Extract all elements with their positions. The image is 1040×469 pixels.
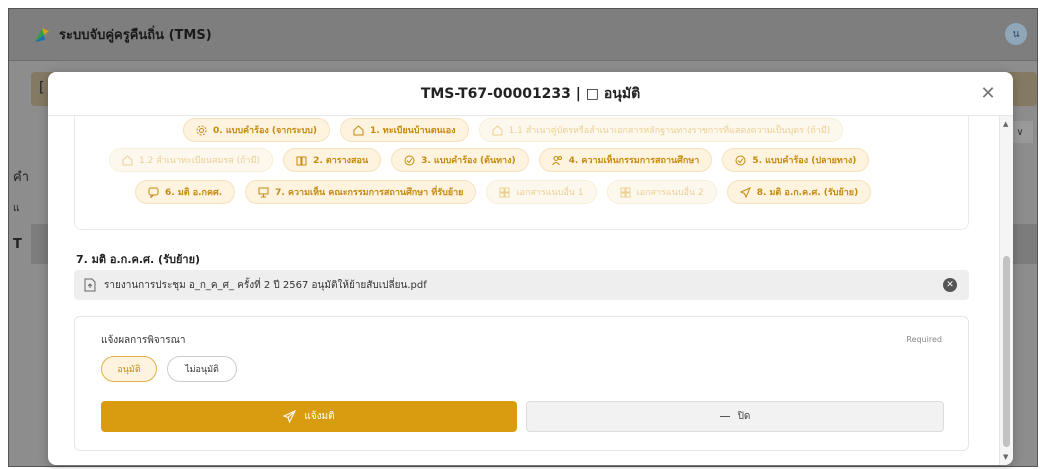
document-chip[interactable]: 5. แบบคำร้อง (ปลายทาง)	[722, 148, 870, 172]
document-chip-label: เอกสารแนบอื่น 1	[516, 188, 584, 198]
submit-decision-button[interactable]: แจ้งมติ	[101, 401, 517, 432]
scroll-up-icon[interactable]: ▲	[1003, 120, 1008, 128]
document-chip-label: 3. แบบคำร้อง (ต้นทาง)	[421, 156, 516, 166]
attachment-section-label: 7. มติ อ.ก.ค.ศ. (รับย้าย)	[76, 253, 201, 266]
approval-modal: TMS-T67-00001233 | □ อนุมัติ ✕ 0. แบบคำร…	[48, 72, 1013, 465]
presenter-icon	[258, 187, 269, 197]
minus-icon	[719, 416, 730, 417]
users-icon	[551, 155, 562, 165]
send-icon	[739, 186, 751, 198]
option-reject[interactable]: ไม่อนุมัติ	[167, 356, 237, 382]
document-chip-label: เอกสารแนบอื่น 2	[636, 188, 704, 198]
scrollbar-thumb[interactable]	[1003, 256, 1010, 447]
close-button-label: ปิด	[737, 411, 751, 422]
modal-header: TMS-T67-00001233 | □ อนุมัติ ✕	[48, 72, 1013, 116]
check-circle-icon	[404, 155, 415, 165]
close-icon[interactable]: ✕	[977, 82, 999, 104]
check-circle-icon	[735, 155, 746, 165]
document-chip-label: 1.2 สำเนาทะเบียนสมรส (ถ้ามี)	[139, 156, 261, 166]
chip-row-3: 6. มติ อ.กคศ. 7. ความเห็น คณะกรรมการสถานศ…	[135, 180, 872, 204]
modal-scrollbar[interactable]: ▲ ▼	[999, 116, 1013, 465]
modal-title: TMS-T67-00001233 | □ อนุมัติ	[420, 85, 641, 102]
app-title: ระบบจับคู่ครูคืนถิ่น (TMS)	[59, 28, 212, 43]
background-text: แ	[13, 203, 20, 214]
document-chip-label: 6. มติ อ.กคศ.	[165, 188, 223, 198]
document-chip-label: 7. ความเห็น คณะกรรมการสถานศึกษา ที่รับย้…	[275, 188, 464, 198]
required-label: Required	[906, 335, 942, 344]
book-icon	[296, 156, 307, 165]
gear-icon	[196, 125, 207, 135]
grid-icon	[499, 187, 510, 197]
file-upload-icon	[84, 278, 96, 292]
document-chip[interactable]: 6. มติ อ.กคศ.	[135, 180, 236, 204]
submit-decision-label: แจ้งมติ	[304, 411, 335, 422]
option-approve[interactable]: อนุมัติ	[101, 356, 157, 382]
document-chip-label: 0. แบบคำร้อง (จากระบบ)	[213, 126, 317, 136]
attachment-filename[interactable]: รายงานการประชุม อ_ก_ค_ศ_ ครั้งที่ 2 ปี 2…	[104, 278, 427, 293]
document-chip: เอกสารแนบอื่น 1	[486, 180, 597, 204]
document-chip[interactable]: 7. ความเห็น คณะกรรมการสถานศึกษา ที่รับย้…	[245, 180, 477, 204]
document-chip: 1.2 สำเนาทะเบียนสมรส (ถ้ามี)	[109, 148, 274, 172]
home-icon	[122, 154, 133, 165]
document-chip-label: 2. ตารางสอน	[313, 156, 369, 166]
remove-file-icon[interactable]: ✕	[943, 278, 957, 292]
document-chip[interactable]: 1. ทะเบียนบ้านตนเอง	[339, 118, 469, 142]
background-text: คำ	[13, 170, 29, 185]
home-icon	[492, 124, 503, 135]
document-chip-label: 5. แบบคำร้อง (ปลายทาง)	[752, 156, 857, 166]
document-chip[interactable]: 4. ความเห็นกรรมการสถานศึกษา	[538, 148, 713, 172]
app-bar: ระบบจับคู่ครูคืนถิ่น (TMS) น	[9, 9, 1037, 61]
user-avatar[interactable]: น	[1005, 23, 1027, 45]
chip-row-1: 0. แบบคำร้อง (จากระบบ) 1. ทะเบียนบ้านตนเอ…	[183, 118, 844, 142]
modal-body: 0. แบบคำร้อง (จากระบบ) 1. ทะเบียนบ้านตนเอ…	[48, 116, 999, 465]
background-text: T	[13, 237, 22, 252]
document-chip[interactable]: 2. ตารางสอน	[283, 148, 382, 172]
grid-icon	[620, 187, 631, 197]
document-chip[interactable]: 8. มติ อ.ก.ค.ศ. (รับย้าย)	[726, 180, 872, 204]
decision-card: แจ้งผลการพิจารณา Required อนุมัติ ไม่อนุ…	[74, 316, 969, 451]
decision-title: แจ้งผลการพิจารณา	[101, 335, 186, 346]
document-chip[interactable]: 0. แบบคำร้อง (จากระบบ)	[183, 118, 330, 142]
home-icon	[353, 124, 364, 135]
document-chip: 1.1 สำเนาคู่บัตรหรือสำเนาเอกสารหลักฐานทา…	[478, 118, 844, 142]
background-banner-char: [	[39, 80, 45, 96]
document-chips-card: 0. แบบคำร้อง (จากระบบ) 1. ทะเบียนบ้านตนเอ…	[74, 116, 969, 230]
document-chip: เอกสารแนบอื่น 2	[606, 180, 717, 204]
send-icon	[283, 410, 297, 423]
comment-icon	[148, 187, 159, 198]
scroll-down-icon[interactable]: ▼	[1003, 453, 1008, 461]
document-chip-label: 1. ทะเบียนบ้านตนเอง	[369, 126, 456, 136]
app-logo-icon	[35, 27, 49, 42]
document-chip-label: 8. มติ อ.ก.ค.ศ. (รับย้าย)	[756, 188, 859, 198]
close-button[interactable]: ปิด	[526, 401, 944, 432]
attachment-file-row[interactable]: รายงานการประชุม อ_ก_ค_ศ_ ครั้งที่ 2 ปี 2…	[74, 270, 969, 300]
document-chip[interactable]: 3. แบบคำร้อง (ต้นทาง)	[391, 148, 529, 172]
document-chip-label: 4. ความเห็นกรรมการสถานศึกษา	[568, 156, 700, 166]
chip-row-2: 1.2 สำเนาทะเบียนสมรส (ถ้ามี) 2. ตารางสอน 3…	[109, 148, 870, 172]
document-chip-label: 1.1 สำเนาคู่บัตรหรือสำเนาเอกสารหลักฐานทา…	[508, 126, 831, 136]
